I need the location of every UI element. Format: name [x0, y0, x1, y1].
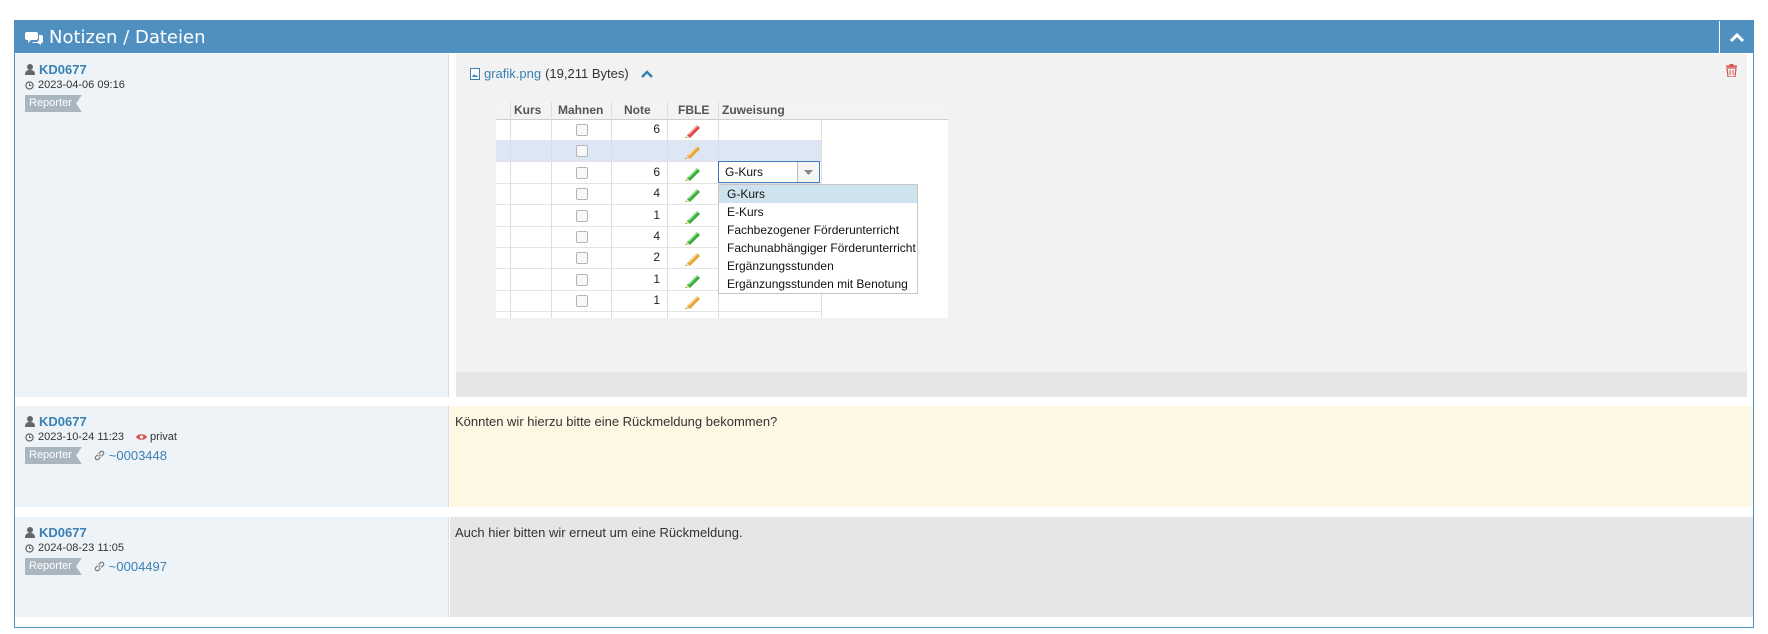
image-file-icon — [470, 67, 480, 80]
clock-icon — [25, 80, 34, 90]
chevron-up-icon — [1729, 32, 1744, 42]
checkbox — [576, 188, 588, 201]
pencil-icon — [685, 232, 700, 245]
note-value: 6 — [653, 164, 660, 179]
note-value: 4 — [653, 229, 660, 243]
attachment-line: grafik.png (19,211 Bytes) — [470, 66, 653, 81]
eye-icon — [136, 434, 148, 440]
note-row: KD0677 2023-04-06 09:16 Reporter grafik.… — [15, 54, 1753, 397]
note-text: Könnten wir hierzu bitte eine Rückmeldun… — [450, 406, 1753, 507]
image-table-row — [496, 141, 822, 163]
dropdown-option: Ergänzungsstunden mit Benotung — [727, 277, 908, 291]
image-table-header: Kurs Mahnen Note FBLE Zuweisung — [496, 102, 948, 120]
note-value: 2 — [653, 250, 660, 265]
role-badge: Reporter — [25, 95, 82, 112]
dropdown-option: G-Kurs — [719, 185, 917, 203]
note-date: 2024-08-23 11:05 — [25, 542, 438, 554]
checkbox — [576, 273, 588, 286]
clock-icon — [25, 543, 34, 553]
note-text: Auch hier bitten wir erneut um eine Rück… — [450, 517, 1753, 617]
pencil-icon — [685, 296, 700, 310]
pencil-icon — [685, 253, 700, 267]
user-icon — [25, 527, 35, 538]
chevron-up-icon[interactable] — [640, 69, 653, 78]
pencil-icon — [685, 125, 700, 138]
chevron-down-icon — [797, 162, 819, 182]
clock-icon — [25, 432, 34, 442]
notes-panel: Notizen / Dateien KD0677 2023-04-06 09:1… — [14, 20, 1754, 628]
note-permalink[interactable]: ~0003448 — [94, 448, 167, 463]
pencil-icon — [685, 146, 700, 160]
user-icon — [25, 416, 35, 427]
image-table-row: 1 — [496, 291, 822, 313]
attachment-link[interactable]: grafik.png — [484, 66, 541, 81]
note-meta: KD0677 2024-08-23 11:05 Reporter ~000449… — [15, 517, 449, 617]
pencil-icon — [685, 210, 700, 224]
note-meta: KD0677 2023-04-06 09:16 Reporter — [15, 54, 449, 397]
pencil-icon — [685, 189, 700, 203]
panel-title: Notizen / Dateien — [49, 26, 206, 48]
dropdown-option: Fachunabhängiger Förderunterricht — [727, 241, 916, 255]
note-author[interactable]: KD0677 — [25, 62, 438, 77]
attachment-image: Kurs Mahnen Note FBLE Zuweisung 6 6 4 1 4 2 1 1 — [496, 102, 948, 318]
collapse-button[interactable] — [1719, 21, 1753, 53]
checkbox — [576, 166, 588, 179]
user-icon — [25, 64, 35, 75]
note-author[interactable]: KD0677 — [25, 525, 438, 540]
note-row: KD0677 2023-10-24 11:23 privat Reporter … — [15, 406, 1753, 507]
panel-header: Notizen / Dateien — [15, 21, 1753, 53]
checkbox — [576, 209, 588, 222]
dropdown-option: E-Kurs — [727, 205, 764, 219]
zuweisung-dropdown: G-Kurs E-Kurs Fachbezogener Förderunterr… — [718, 184, 918, 294]
dropdown-option: Ergänzungsstunden — [727, 259, 834, 273]
zuweisung-combo: G-Kurs — [718, 161, 820, 183]
checkbox — [576, 295, 588, 308]
note-value: 4 — [653, 186, 660, 201]
note-value: 1 — [653, 207, 660, 222]
note-value: 1 — [653, 271, 660, 286]
note-date: 2023-04-06 09:16 — [25, 79, 438, 91]
checkbox — [576, 252, 588, 265]
role-badge: Reporter — [25, 558, 82, 575]
note-row: KD0677 2024-08-23 11:05 Reporter ~000449… — [15, 517, 1753, 617]
role-badge: Reporter — [25, 447, 82, 464]
note-value: 1 — [653, 293, 660, 308]
note-meta: KD0677 2023-10-24 11:23 privat Reporter … — [15, 406, 449, 507]
private-indicator: privat — [136, 431, 177, 443]
checkbox — [576, 145, 588, 158]
link-icon — [94, 450, 105, 461]
attachment-area: grafik.png (19,211 Bytes) Kurs Mahnen No… — [456, 54, 1747, 397]
note-permalink[interactable]: ~0004497 — [94, 559, 167, 574]
note-date: 2023-10-24 11:23 privat — [25, 431, 438, 443]
checkbox — [576, 231, 588, 243]
note-value: 6 — [653, 122, 660, 136]
trash-icon[interactable] — [1726, 64, 1737, 77]
image-table-row: 6 — [496, 120, 822, 141]
link-icon — [94, 561, 105, 572]
attachment-size: (19,211 Bytes) — [545, 66, 629, 81]
note-author[interactable]: KD0677 — [25, 414, 438, 429]
pencil-icon — [685, 274, 700, 288]
pencil-icon — [685, 167, 700, 181]
dropdown-option: Fachbezogener Förderunterricht — [727, 223, 900, 237]
comments-icon — [25, 30, 43, 45]
checkbox — [576, 124, 588, 136]
